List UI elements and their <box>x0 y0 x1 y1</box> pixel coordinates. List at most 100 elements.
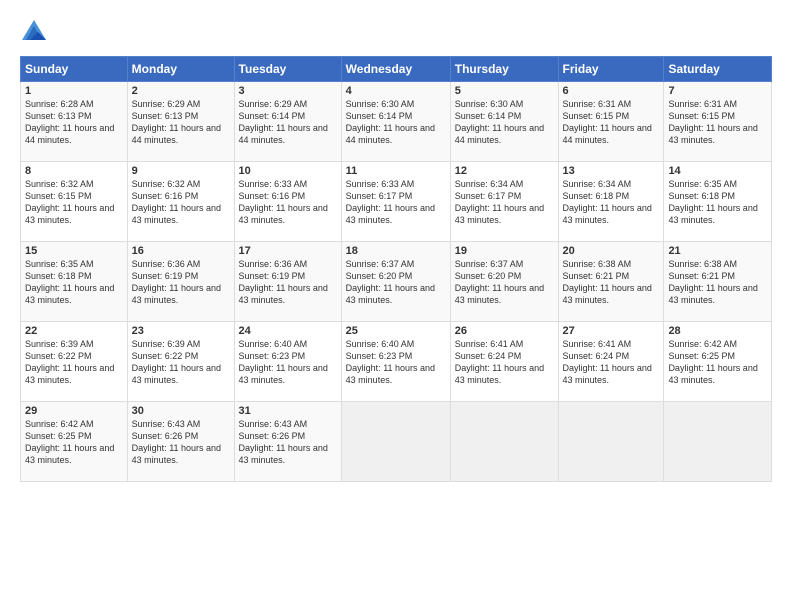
day-number: 31 <box>239 405 337 417</box>
calendar-cell: 4 Sunrise: 6:30 AMSunset: 6:14 PMDayligh… <box>341 82 450 162</box>
calendar-week-1: 1 Sunrise: 6:28 AMSunset: 6:13 PMDayligh… <box>21 82 772 162</box>
day-number: 16 <box>132 245 230 257</box>
weekday-header-wednesday: Wednesday <box>341 57 450 82</box>
day-info: Sunrise: 6:28 AMSunset: 6:13 PMDaylight:… <box>25 99 114 145</box>
calendar-cell: 24 Sunrise: 6:40 AMSunset: 6:23 PMDaylig… <box>234 322 341 402</box>
calendar-cell: 30 Sunrise: 6:43 AMSunset: 6:26 PMDaylig… <box>127 402 234 482</box>
day-info: Sunrise: 6:43 AMSunset: 6:26 PMDaylight:… <box>132 419 221 465</box>
calendar-cell: 28 Sunrise: 6:42 AMSunset: 6:25 PMDaylig… <box>664 322 772 402</box>
day-info: Sunrise: 6:38 AMSunset: 6:21 PMDaylight:… <box>563 259 652 305</box>
calendar-cell: 21 Sunrise: 6:38 AMSunset: 6:21 PMDaylig… <box>664 242 772 322</box>
day-info: Sunrise: 6:33 AMSunset: 6:16 PMDaylight:… <box>239 179 328 225</box>
calendar-cell: 9 Sunrise: 6:32 AMSunset: 6:16 PMDayligh… <box>127 162 234 242</box>
weekday-header-friday: Friday <box>558 57 664 82</box>
calendar-table: SundayMondayTuesdayWednesdayThursdayFrid… <box>20 56 772 482</box>
day-number: 25 <box>346 325 446 337</box>
calendar-cell: 8 Sunrise: 6:32 AMSunset: 6:15 PMDayligh… <box>21 162 128 242</box>
calendar-cell <box>664 402 772 482</box>
day-number: 21 <box>668 245 767 257</box>
calendar-week-5: 29 Sunrise: 6:42 AMSunset: 6:25 PMDaylig… <box>21 402 772 482</box>
calendar-cell: 18 Sunrise: 6:37 AMSunset: 6:20 PMDaylig… <box>341 242 450 322</box>
day-number: 26 <box>455 325 554 337</box>
day-number: 5 <box>455 85 554 97</box>
day-number: 13 <box>563 165 660 177</box>
day-info: Sunrise: 6:32 AMSunset: 6:15 PMDaylight:… <box>25 179 114 225</box>
weekday-header-tuesday: Tuesday <box>234 57 341 82</box>
weekday-header-saturday: Saturday <box>664 57 772 82</box>
weekday-header-sunday: Sunday <box>21 57 128 82</box>
calendar-cell: 13 Sunrise: 6:34 AMSunset: 6:18 PMDaylig… <box>558 162 664 242</box>
day-number: 12 <box>455 165 554 177</box>
day-info: Sunrise: 6:32 AMSunset: 6:16 PMDaylight:… <box>132 179 221 225</box>
day-number: 18 <box>346 245 446 257</box>
day-number: 24 <box>239 325 337 337</box>
day-info: Sunrise: 6:29 AMSunset: 6:14 PMDaylight:… <box>239 99 328 145</box>
calendar-cell: 26 Sunrise: 6:41 AMSunset: 6:24 PMDaylig… <box>450 322 558 402</box>
day-number: 19 <box>455 245 554 257</box>
day-info: Sunrise: 6:35 AMSunset: 6:18 PMDaylight:… <box>668 179 757 225</box>
day-info: Sunrise: 6:42 AMSunset: 6:25 PMDaylight:… <box>668 339 757 385</box>
weekday-header-monday: Monday <box>127 57 234 82</box>
calendar-cell: 22 Sunrise: 6:39 AMSunset: 6:22 PMDaylig… <box>21 322 128 402</box>
day-info: Sunrise: 6:34 AMSunset: 6:18 PMDaylight:… <box>563 179 652 225</box>
day-info: Sunrise: 6:36 AMSunset: 6:19 PMDaylight:… <box>239 259 328 305</box>
calendar-cell: 7 Sunrise: 6:31 AMSunset: 6:15 PMDayligh… <box>664 82 772 162</box>
day-info: Sunrise: 6:41 AMSunset: 6:24 PMDaylight:… <box>455 339 544 385</box>
day-info: Sunrise: 6:43 AMSunset: 6:26 PMDaylight:… <box>239 419 328 465</box>
day-info: Sunrise: 6:40 AMSunset: 6:23 PMDaylight:… <box>346 339 435 385</box>
calendar-cell <box>450 402 558 482</box>
day-number: 29 <box>25 405 123 417</box>
day-number: 7 <box>668 85 767 97</box>
day-info: Sunrise: 6:42 AMSunset: 6:25 PMDaylight:… <box>25 419 114 465</box>
weekday-header-row: SundayMondayTuesdayWednesdayThursdayFrid… <box>21 57 772 82</box>
calendar-cell: 31 Sunrise: 6:43 AMSunset: 6:26 PMDaylig… <box>234 402 341 482</box>
day-info: Sunrise: 6:39 AMSunset: 6:22 PMDaylight:… <box>25 339 114 385</box>
day-number: 27 <box>563 325 660 337</box>
day-info: Sunrise: 6:37 AMSunset: 6:20 PMDaylight:… <box>455 259 544 305</box>
calendar-week-3: 15 Sunrise: 6:35 AMSunset: 6:18 PMDaylig… <box>21 242 772 322</box>
calendar-cell: 20 Sunrise: 6:38 AMSunset: 6:21 PMDaylig… <box>558 242 664 322</box>
calendar-cell: 3 Sunrise: 6:29 AMSunset: 6:14 PMDayligh… <box>234 82 341 162</box>
day-info: Sunrise: 6:41 AMSunset: 6:24 PMDaylight:… <box>563 339 652 385</box>
day-number: 17 <box>239 245 337 257</box>
logo-icon <box>20 18 48 46</box>
calendar-cell: 15 Sunrise: 6:35 AMSunset: 6:18 PMDaylig… <box>21 242 128 322</box>
day-number: 11 <box>346 165 446 177</box>
day-number: 15 <box>25 245 123 257</box>
calendar-cell: 19 Sunrise: 6:37 AMSunset: 6:20 PMDaylig… <box>450 242 558 322</box>
day-number: 2 <box>132 85 230 97</box>
calendar-cell: 6 Sunrise: 6:31 AMSunset: 6:15 PMDayligh… <box>558 82 664 162</box>
day-number: 20 <box>563 245 660 257</box>
day-info: Sunrise: 6:29 AMSunset: 6:13 PMDaylight:… <box>132 99 221 145</box>
day-info: Sunrise: 6:37 AMSunset: 6:20 PMDaylight:… <box>346 259 435 305</box>
day-info: Sunrise: 6:31 AMSunset: 6:15 PMDaylight:… <box>668 99 757 145</box>
calendar-cell: 27 Sunrise: 6:41 AMSunset: 6:24 PMDaylig… <box>558 322 664 402</box>
day-info: Sunrise: 6:39 AMSunset: 6:22 PMDaylight:… <box>132 339 221 385</box>
calendar-cell: 10 Sunrise: 6:33 AMSunset: 6:16 PMDaylig… <box>234 162 341 242</box>
day-number: 22 <box>25 325 123 337</box>
day-info: Sunrise: 6:33 AMSunset: 6:17 PMDaylight:… <box>346 179 435 225</box>
calendar-cell <box>341 402 450 482</box>
day-number: 28 <box>668 325 767 337</box>
day-number: 9 <box>132 165 230 177</box>
day-info: Sunrise: 6:38 AMSunset: 6:21 PMDaylight:… <box>668 259 757 305</box>
calendar-week-2: 8 Sunrise: 6:32 AMSunset: 6:15 PMDayligh… <box>21 162 772 242</box>
day-number: 4 <box>346 85 446 97</box>
day-number: 3 <box>239 85 337 97</box>
calendar-cell: 12 Sunrise: 6:34 AMSunset: 6:17 PMDaylig… <box>450 162 558 242</box>
day-info: Sunrise: 6:31 AMSunset: 6:15 PMDaylight:… <box>563 99 652 145</box>
day-number: 30 <box>132 405 230 417</box>
calendar-cell: 5 Sunrise: 6:30 AMSunset: 6:14 PMDayligh… <box>450 82 558 162</box>
calendar-cell: 17 Sunrise: 6:36 AMSunset: 6:19 PMDaylig… <box>234 242 341 322</box>
day-number: 1 <box>25 85 123 97</box>
header <box>20 18 772 46</box>
calendar-cell: 16 Sunrise: 6:36 AMSunset: 6:19 PMDaylig… <box>127 242 234 322</box>
calendar-cell: 25 Sunrise: 6:40 AMSunset: 6:23 PMDaylig… <box>341 322 450 402</box>
day-number: 23 <box>132 325 230 337</box>
day-info: Sunrise: 6:30 AMSunset: 6:14 PMDaylight:… <box>455 99 544 145</box>
day-info: Sunrise: 6:35 AMSunset: 6:18 PMDaylight:… <box>25 259 114 305</box>
day-info: Sunrise: 6:40 AMSunset: 6:23 PMDaylight:… <box>239 339 328 385</box>
day-number: 14 <box>668 165 767 177</box>
calendar-cell <box>558 402 664 482</box>
day-info: Sunrise: 6:34 AMSunset: 6:17 PMDaylight:… <box>455 179 544 225</box>
